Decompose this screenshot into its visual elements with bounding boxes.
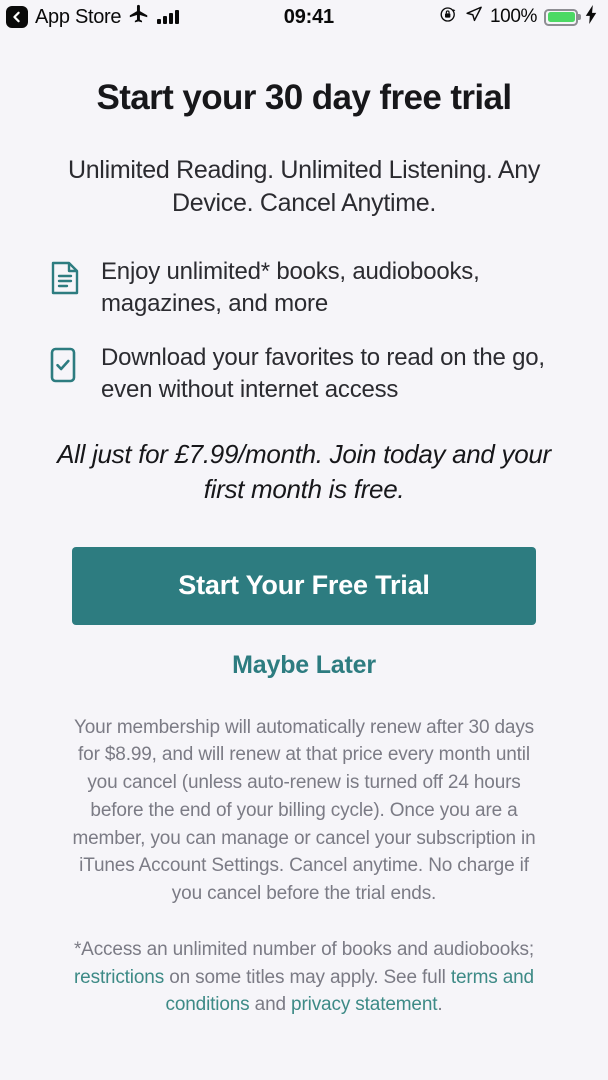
airplane-mode-icon (128, 3, 150, 31)
list-item: Download your favorites to read on the g… (50, 342, 572, 407)
phone-checkmark-icon (50, 342, 80, 388)
trial-offer-page: Start your 30 day free trial Unlimited R… (0, 78, 608, 1019)
page-title: Start your 30 day free trial (96, 78, 512, 117)
restrictions-link[interactable]: restrictions (74, 967, 164, 988)
charging-bolt-icon (585, 4, 598, 30)
list-item: Enjoy unlimited* books, audiobooks, maga… (50, 256, 572, 321)
status-bar-left: App Store (6, 3, 179, 31)
location-arrow-icon (465, 5, 483, 29)
privacy-statement-link[interactable]: privacy statement (291, 994, 437, 1015)
renewal-disclaimer: Your membership will automatically renew… (72, 716, 536, 905)
start-free-trial-button[interactable]: Start Your Free Trial (72, 546, 536, 625)
cellular-signal-icon (157, 10, 179, 24)
status-bar: App Store 09:41 100% (0, 0, 608, 34)
footnote: *Access an unlimited number of books and… (69, 936, 539, 1019)
back-to-app-store-button[interactable] (6, 6, 28, 28)
status-bar-clock: 09:41 (283, 5, 334, 28)
footnote-text-2: on some titles may apply. See full (164, 966, 451, 988)
footnote-text-4: . (437, 994, 443, 1016)
footnote-text-3: and (249, 994, 292, 1016)
status-bar-right: 100% (439, 4, 598, 30)
feature-text: Download your favorites to read on the g… (101, 343, 545, 404)
battery-full-icon (544, 8, 578, 26)
footnote-text-1: *Access an unlimited number of books and… (73, 938, 535, 960)
page-subtitle: Unlimited Reading. Unlimited Listening. … (67, 156, 541, 217)
maybe-later-button[interactable]: Maybe Later (232, 651, 376, 680)
feature-list: Enjoy unlimited* books, audiobooks, maga… (36, 256, 572, 407)
feature-text: Enjoy unlimited* books, audiobooks, maga… (101, 258, 480, 318)
price-note: All just for £7.99/month. Join today and… (57, 438, 551, 504)
battery-percentage: 100% (490, 6, 537, 27)
status-bar-center: 09:41 (179, 6, 439, 29)
status-bar-app-name[interactable]: App Store (35, 6, 122, 29)
rotation-lock-icon (439, 5, 458, 30)
document-lines-icon (50, 256, 80, 300)
